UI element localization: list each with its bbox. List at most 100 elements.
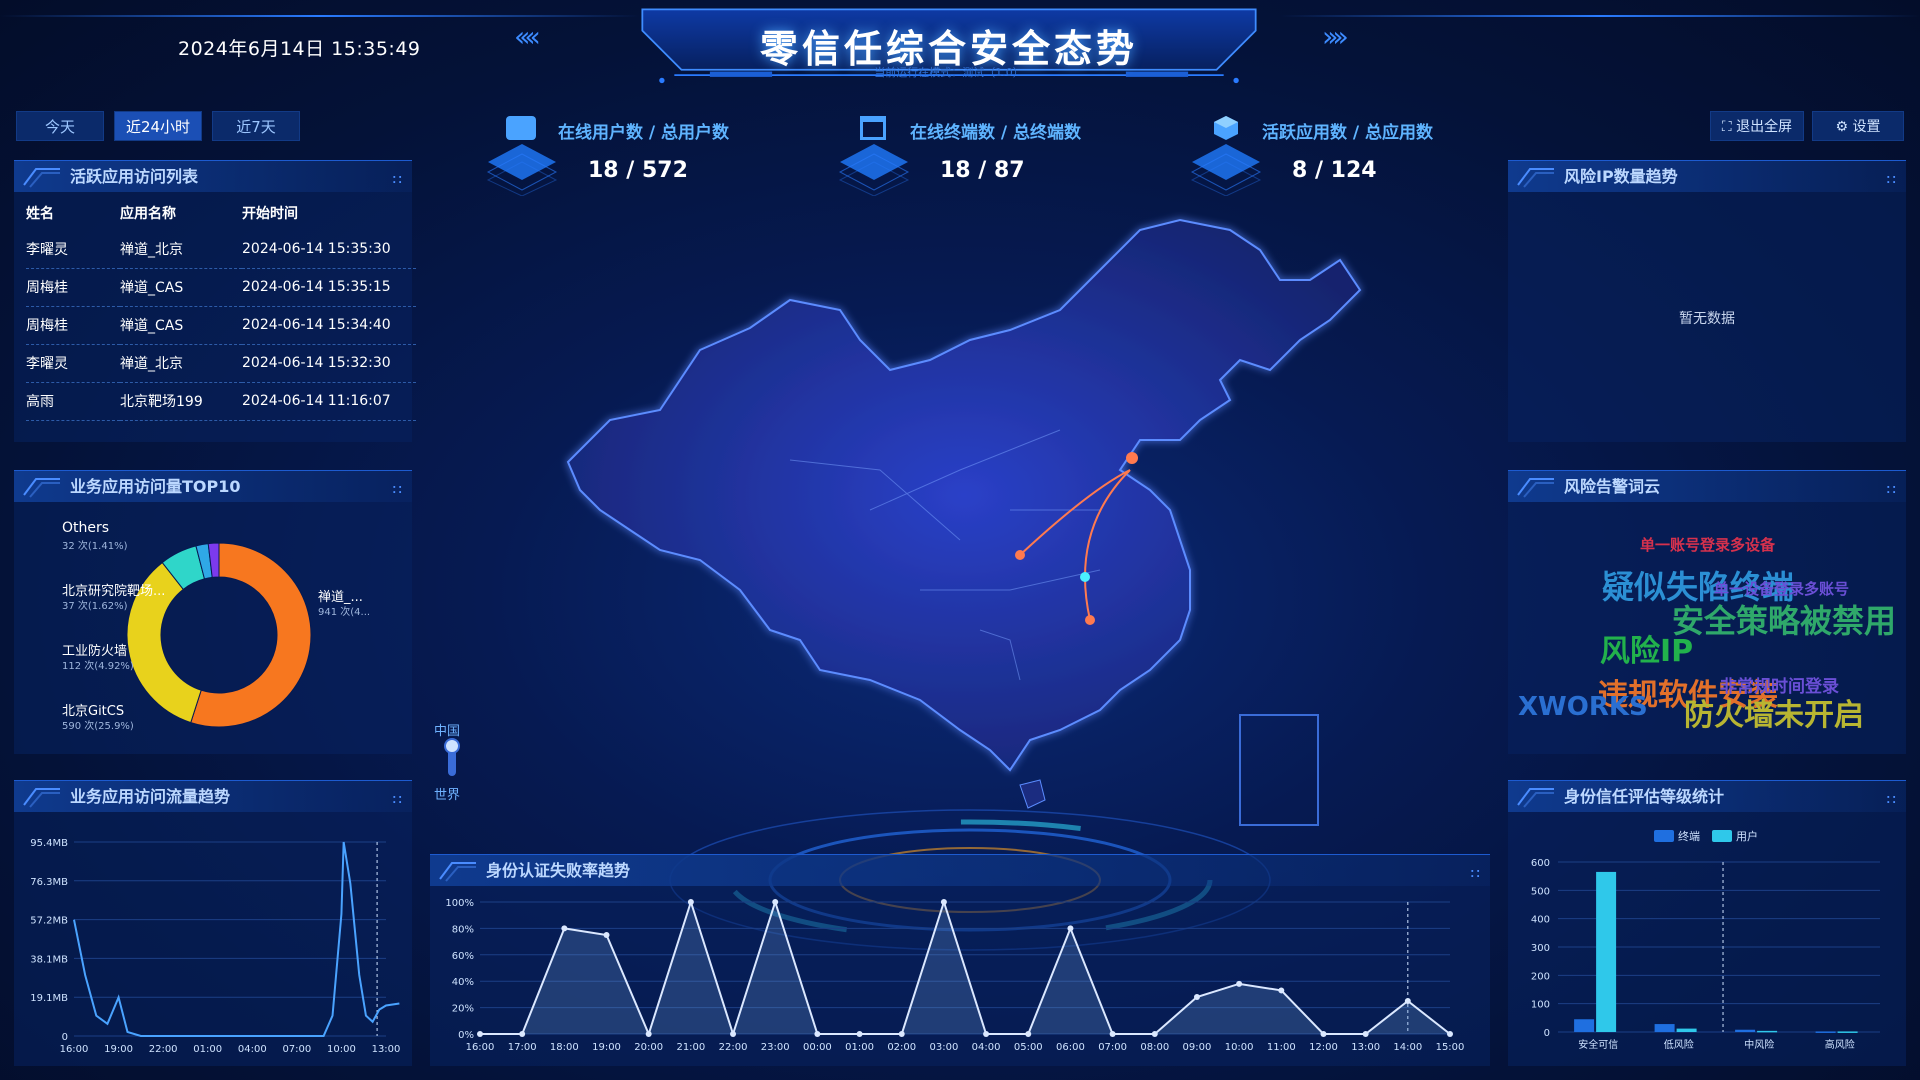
data-point[interactable] xyxy=(940,899,947,905)
word-risk-ip[interactable]: 风险IP xyxy=(1600,626,1693,670)
top10-donut-chart xyxy=(126,542,312,728)
x-tick-label: 高风险 xyxy=(1825,1038,1855,1051)
data-point[interactable] xyxy=(1151,1031,1158,1037)
word-single-account-multi-device[interactable]: 单一账号登录多设备 xyxy=(1640,534,1775,555)
map-level-handle[interactable] xyxy=(444,738,460,754)
data-point[interactable] xyxy=(814,1031,821,1037)
table-row[interactable]: 李曜灵 禅道_北京 2024-06-14 15:32:30 xyxy=(26,344,416,383)
cube-icon xyxy=(1214,116,1238,140)
x-tick-label: 23:00 xyxy=(761,1042,790,1053)
bar-terminal[interactable] xyxy=(1815,1031,1836,1033)
data-point[interactable] xyxy=(1236,980,1243,987)
cell-name: 李曜灵 xyxy=(26,230,120,269)
x-tick-label: 16:00 xyxy=(466,1042,495,1053)
settings-button[interactable]: ⚙ 设置 xyxy=(1812,111,1904,141)
data-point[interactable] xyxy=(1025,1031,1032,1037)
y-tick-label: 600 xyxy=(1531,858,1550,869)
map-level-china[interactable]: 中国 xyxy=(434,720,460,739)
data-point[interactable] xyxy=(1193,994,1200,1001)
data-point[interactable] xyxy=(645,1031,652,1037)
x-tick-label: 13:00 xyxy=(372,1044,401,1055)
bar-user[interactable] xyxy=(1757,1030,1778,1033)
y-tick-label: 57.2MB xyxy=(30,916,68,927)
data-point[interactable] xyxy=(1447,1031,1453,1037)
donut-detail-gitcs: 590 次(25.9%) xyxy=(62,721,134,732)
word-xworks[interactable]: XWORKS xyxy=(1518,692,1648,722)
y-tick-label: 80% xyxy=(452,924,474,935)
chevron-left-icon: ‹‹‹‹ xyxy=(514,20,541,53)
data-point[interactable] xyxy=(983,1031,990,1037)
stat-users: 在线用户数 / 总用户数 18 / 572 xyxy=(484,110,824,210)
donut-label-others: Others xyxy=(62,520,110,536)
data-point[interactable] xyxy=(561,925,568,932)
word-policy-disabled[interactable]: 安全策略被禁用 xyxy=(1672,596,1896,642)
stat-pedestal-icon xyxy=(486,144,558,196)
data-point[interactable] xyxy=(603,932,610,938)
x-tick-label: 19:00 xyxy=(592,1042,621,1053)
y-tick-label: 95.4MB xyxy=(30,838,68,849)
data-point[interactable] xyxy=(1278,987,1285,994)
y-tick-label: 76.3MB xyxy=(30,877,68,888)
data-point[interactable] xyxy=(1109,1031,1116,1037)
data-point[interactable] xyxy=(687,899,694,905)
bar-user[interactable] xyxy=(1837,1031,1858,1033)
x-tick-label: 07:00 xyxy=(282,1044,311,1055)
data-point[interactable] xyxy=(1067,925,1074,932)
word-firewall-off[interactable]: 防火墙未开启 xyxy=(1684,690,1864,734)
traffic-series-line xyxy=(73,841,400,1037)
map-level-world[interactable]: 世界 xyxy=(434,784,460,803)
map-point-xian[interactable] xyxy=(1015,550,1025,560)
stat-terminals-value: 18 / 87 xyxy=(940,158,1025,183)
data-point[interactable] xyxy=(477,1031,483,1037)
data-point[interactable] xyxy=(1404,998,1411,1004)
x-tick-label: 14:00 xyxy=(1393,1042,1422,1053)
data-point[interactable] xyxy=(1320,1031,1327,1037)
panel-title: 身份认证失败率趋势 ⁚⁚ xyxy=(430,854,1490,886)
map-point-beijing[interactable] xyxy=(1126,452,1138,464)
x-tick-label: 10:00 xyxy=(1225,1042,1254,1053)
exit-fullscreen-button[interactable]: ⛶ 退出全屏 xyxy=(1710,111,1804,141)
map-point-wuhan[interactable] xyxy=(1080,572,1090,582)
bar-terminal[interactable] xyxy=(1654,1024,1675,1032)
stat-terminals-label: 在线终端数 / 总终端数 xyxy=(910,123,1082,143)
legend-user-swatch[interactable] xyxy=(1712,830,1732,842)
table-row[interactable]: 周梅桂 禅道_CAS 2024-06-14 15:34:40 xyxy=(26,306,416,345)
table-row[interactable]: 李曜灵 禅道_北京 2024-06-14 15:35:30 xyxy=(26,230,416,269)
data-point[interactable] xyxy=(730,1031,737,1037)
bar-terminal[interactable] xyxy=(1574,1019,1595,1032)
wordcloud-title: 风险告警词云 xyxy=(1564,477,1661,496)
cell-name: 周梅桂 xyxy=(26,268,120,307)
x-tick-label: 中风险 xyxy=(1744,1038,1774,1051)
fullscreen-exit-icon: ⛶ xyxy=(1721,119,1732,135)
data-point[interactable] xyxy=(1362,1031,1369,1037)
bar-user[interactable] xyxy=(1596,871,1617,1032)
x-tick-label: 22:00 xyxy=(719,1042,748,1053)
col-start-time: 开始时间 xyxy=(242,206,298,222)
range-24h-button[interactable]: 近24小时 xyxy=(114,111,202,141)
x-tick-label: 11:00 xyxy=(1267,1042,1296,1053)
top10-panel: 业务应用访问量TOP10 ⁚⁚ Others 32 次(1.41%) 北京研究院… xyxy=(14,470,412,754)
panel-corner-icon xyxy=(1517,168,1554,188)
china-map xyxy=(566,218,1362,826)
data-point[interactable] xyxy=(856,1031,863,1037)
range-today-button[interactable]: 今天 xyxy=(16,111,104,141)
data-point[interactable] xyxy=(772,899,779,905)
cell-app: 禅道_CAS xyxy=(120,268,242,307)
data-point[interactable] xyxy=(519,1031,526,1037)
data-point[interactable] xyxy=(898,1031,905,1037)
risk-ip-panel: 风险IP数量趋势 ⁚⁚ 暂无数据 xyxy=(1508,160,1906,442)
x-tick-label: 00:00 xyxy=(803,1042,832,1053)
table-row[interactable]: 周梅桂 禅道_CAS 2024-06-14 15:35:15 xyxy=(26,268,416,307)
legend-terminal-swatch[interactable] xyxy=(1654,830,1674,842)
panel-dots-icon: ⁚⁚ xyxy=(1886,795,1898,806)
range-7d-button[interactable]: 近7天 xyxy=(212,111,300,141)
panel-dots-icon: ⁚⁚ xyxy=(392,485,404,496)
cell-time: 2024-06-14 15:35:30 xyxy=(242,230,416,269)
legend-user-label: 用户 xyxy=(1736,830,1758,843)
map-point-chongqing[interactable] xyxy=(1085,615,1095,625)
bar-user[interactable] xyxy=(1676,1028,1697,1032)
panel-title: 活跃应用访问列表 ⁚⁚ xyxy=(14,160,412,192)
x-tick-label: 10:00 xyxy=(327,1044,356,1055)
bar-terminal[interactable] xyxy=(1735,1029,1756,1032)
table-row[interactable]: 高雨 北京靶场199 2024-06-14 11:16:07 xyxy=(26,382,416,421)
